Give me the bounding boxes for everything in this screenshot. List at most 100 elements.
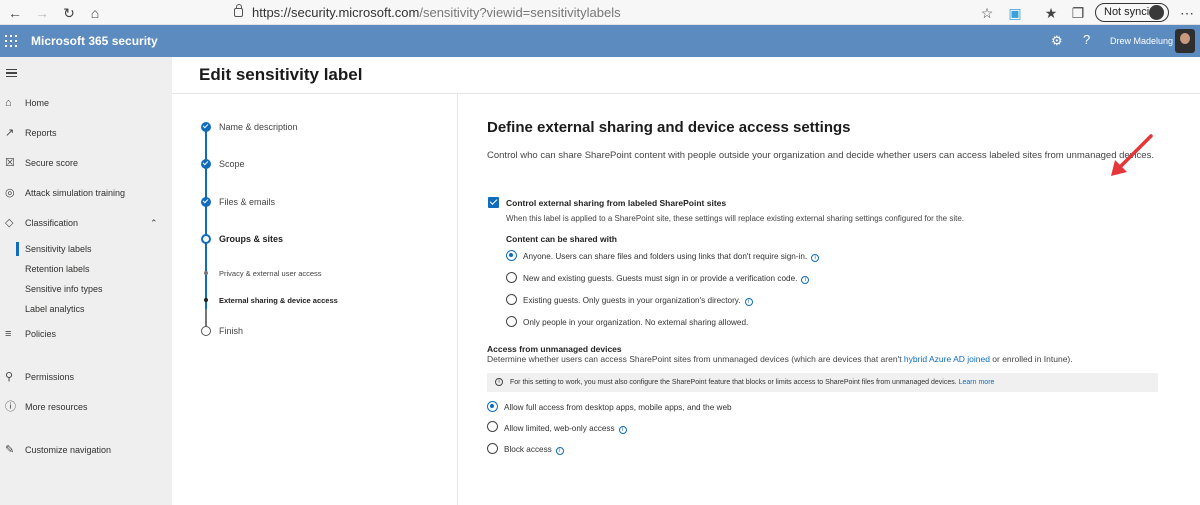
chevron-up-icon: ⌃ [150,218,158,228]
forward-icon[interactable]: → [33,4,51,22]
nav-label: Sensitivity labels [25,244,92,254]
option-text: New and existing guests. Guests must sig… [523,274,798,283]
nav-item-more-resources[interactable]: ⓘ More resources [0,397,172,417]
app-header: Microsoft 365 security ⚙ ? Drew Madelung [0,25,1200,57]
nav-item-permissions[interactable]: ⚲ Permissions [0,367,172,387]
more-icon[interactable]: ⋯ [1178,4,1196,22]
app-title[interactable]: Microsoft 365 security [31,25,158,57]
learn-more-link[interactable]: Learn more [959,379,995,386]
nav-label: Policies [25,329,57,339]
collections-icon[interactable]: ❐ [1069,4,1087,22]
wizard-step-name[interactable]: Name & description [219,122,298,132]
substep-dot-current [204,298,208,302]
access-desc-text: Determine whether users can access Share… [487,354,904,364]
url-host: https://security.microsoft.com [252,5,420,20]
info-icon[interactable]: i [811,254,820,262]
user-name[interactable]: Drew Madelung [1110,25,1173,57]
info-icon[interactable]: i [744,298,753,306]
access-heading: Access from unmanaged devices [487,344,622,354]
control-sharing-label[interactable]: Control external sharing from labeled Sh… [506,198,726,208]
sharing-option-existing-guests[interactable]: Existing guests. Only guests in your org… [523,296,753,306]
address-bar[interactable]: https://security.microsoft.com/sensitivi… [112,3,1000,23]
refresh-icon[interactable]: ↻ [60,4,78,22]
wizard-substep-external-sharing[interactable]: External sharing & device access [219,296,338,305]
option-text: Block access [504,445,552,454]
banner-text: For this setting to work, you must also … [510,379,957,386]
settings-gear-icon[interactable]: ⚙ [1051,33,1063,49]
sharing-option-anyone[interactable]: Anyone. Users can share files and folder… [523,252,820,262]
access-desc-text-end: or enrolled in Intune). [989,354,1073,364]
sharing-option-new-existing-guests[interactable]: New and existing guests. Guests must sig… [523,274,810,284]
nav-label: Reports [25,128,57,138]
sync-button[interactable]: Not syncing [1095,3,1169,22]
sharing-heading: Content can be shared with [506,234,617,244]
nav-label: Retention labels [25,264,90,274]
sharing-radio-anyone[interactable] [506,250,517,261]
nav-label: Attack simulation training [25,188,126,198]
access-option-full[interactable]: Allow full access from desktop apps, mob… [504,403,732,412]
access-radio-limited[interactable] [487,421,498,432]
wizard-step-files[interactable]: Files & emails [219,197,275,207]
lock-icon [234,4,243,17]
step-complete-icon [201,159,211,169]
user-avatar[interactable] [1175,29,1195,53]
nav-item-sensitive-info-types[interactable]: Sensitive info types [0,279,172,299]
favorites-icon[interactable]: ★ [1042,4,1060,22]
sharing-radio-new-existing-guests[interactable] [506,272,517,283]
help-icon[interactable]: ? [1083,32,1090,47]
nav-item-label-analytics[interactable]: Label analytics [0,299,172,319]
wizard-step-scope[interactable]: Scope [219,159,245,169]
access-option-block[interactable]: Block access i [504,445,564,455]
nav-item-home[interactable]: ⌂ Home [0,93,172,113]
favorite-star-icon[interactable]: ☆ [978,4,996,22]
sharing-radio-org-only[interactable] [506,316,517,327]
collapse-nav-icon[interactable] [6,69,17,77]
key-icon: ⚲ [5,371,14,383]
wizard-substep-privacy[interactable]: Privacy & external user access [219,269,322,278]
left-nav: ⌂ Home ↗ Reports ☒ Secure score ◎ Attack sim… [0,57,172,505]
section-heading: Define external sharing and device acces… [487,119,851,136]
browser-home-icon[interactable]: ⌂ [86,4,104,22]
access-radio-block[interactable] [487,443,498,454]
nav-item-secure-score[interactable]: ☒ Secure score [0,153,172,173]
access-option-limited[interactable]: Allow limited, web-only access i [504,424,627,434]
wizard-step-groups[interactable]: Groups & sites [219,234,283,244]
info-banner: i For this setting to work, you must als… [487,373,1158,392]
control-sharing-checkbox[interactable] [488,197,499,208]
nav-item-classification[interactable]: ◇ Classification ⌃ [0,213,172,233]
app-launcher-icon[interactable] [5,35,17,47]
option-text: Existing guests. Only guests in your org… [523,296,741,305]
control-sharing-note: When this label is applied to a SharePoi… [506,214,965,223]
step-complete-icon [201,122,211,132]
info-circle-icon: i [495,378,503,386]
nav-item-policies[interactable]: ≡ Policies [0,324,172,344]
sharing-radio-existing-guests[interactable] [506,294,517,305]
nav-item-reports[interactable]: ↗ Reports [0,123,172,143]
info-icon[interactable]: i [555,447,564,455]
nav-label: Secure score [25,158,79,168]
wizard-step-finish[interactable]: Finish [219,326,243,336]
chart-icon: ↗ [5,127,15,139]
nav-item-sensitivity-labels[interactable]: Sensitivity labels [0,239,172,259]
extension-icon[interactable]: ▣ [1006,4,1024,22]
section-description: Control who can share SharePoint content… [487,150,1154,161]
url-path: /sensitivity?viewid=sensitivitylabels [419,5,621,20]
nav-item-customize-navigation[interactable]: ✎ Customize navigation [0,440,172,460]
wizard-progress-line [205,131,207,309]
access-radio-full[interactable] [487,401,498,412]
main-panel: Edit sensitivity label Name & descriptio… [172,57,1200,505]
nav-label: Permissions [25,372,75,382]
step-current-icon [201,234,211,244]
back-icon[interactable]: ← [6,4,24,22]
info-icon[interactable]: i [801,276,810,284]
nav-item-retention-labels[interactable]: Retention labels [0,259,172,279]
info-icon[interactable]: i [618,426,627,434]
sharing-option-org-only[interactable]: Only people in your organization. No ext… [523,318,748,327]
nav-item-attack-simulation[interactable]: ◎ Attack simulation training [0,183,172,203]
pencil-icon: ✎ [5,444,15,456]
hybrid-azure-ad-link[interactable]: hybrid Azure AD joined [904,354,990,364]
substep-dot [204,271,208,275]
access-description: Determine whether users can access Share… [487,354,1073,364]
trophy-icon: ☒ [5,157,15,169]
wizard-divider [457,94,458,505]
